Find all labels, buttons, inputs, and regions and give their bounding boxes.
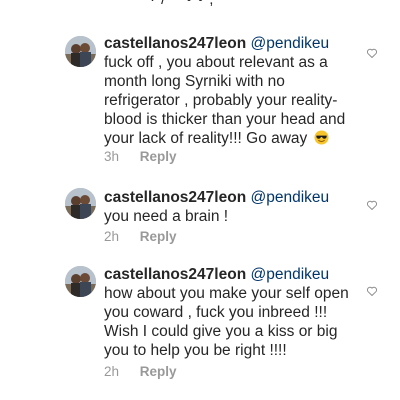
sunglasses-emoji-icon: [314, 130, 329, 145]
reply-button[interactable]: Reply: [140, 149, 177, 164]
comments-screen: · / ~ • • , castellanos247leon @pendikeu…: [0, 0, 400, 400]
avatar[interactable]: [65, 188, 96, 219]
avatar[interactable]: [65, 36, 96, 67]
comment-text: castellanos247leon @pendikeu fuck off , …: [104, 34, 352, 148]
comment-timestamp: 2h: [104, 364, 120, 379]
comment-username[interactable]: castellanos247leon: [104, 189, 246, 206]
comment-content: you need a brain !: [104, 208, 229, 225]
comment-mention[interactable]: @pendikeu: [250, 35, 329, 52]
cropped-text-fragment: · / ~ • • ,: [150, 0, 214, 8]
comment-timestamp: 3h: [104, 149, 120, 164]
comment-content: fuck off , you about relevant as a month…: [104, 54, 346, 147]
comment-text: castellanos247leon @pendikeu you need a …: [104, 188, 352, 226]
avatar[interactable]: [65, 266, 96, 297]
reply-button[interactable]: Reply: [140, 364, 177, 379]
heart-outline-icon[interactable]: [366, 285, 378, 297]
comment-mention[interactable]: @pendikeu: [250, 189, 329, 206]
heart-outline-icon[interactable]: [366, 47, 378, 59]
comment-meta: 3h Reply: [104, 149, 177, 164]
comment-username[interactable]: castellanos247leon: [104, 266, 246, 283]
comment-username[interactable]: castellanos247leon: [104, 35, 246, 52]
comment-meta: 2h Reply: [104, 364, 177, 379]
comment-timestamp: 2h: [104, 229, 120, 244]
reply-button[interactable]: Reply: [140, 229, 177, 244]
comment-meta: 2h Reply: [104, 229, 177, 244]
heart-outline-icon[interactable]: [366, 199, 378, 211]
comment-mention[interactable]: @pendikeu: [250, 266, 329, 283]
comment-text: castellanos247leon @pendikeu how about y…: [104, 265, 352, 360]
comment-content: how about you make your self open you co…: [104, 285, 349, 359]
